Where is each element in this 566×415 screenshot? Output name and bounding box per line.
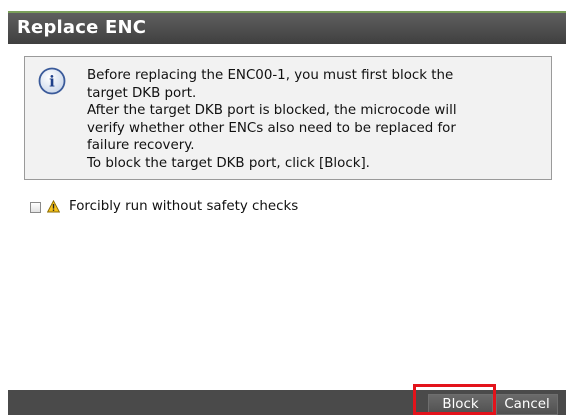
force-run-label: Forcibly run without safety checks (69, 199, 299, 214)
message-line: target DKB port. (87, 85, 197, 101)
message-line: failure recovery. (87, 138, 195, 153)
message-line: Before replacing the ENC00-1, you must f… (87, 68, 454, 83)
force-run-checkbox[interactable] (30, 202, 41, 213)
dialog-title: Replace ENC (17, 17, 147, 38)
dialog-footer: Block Cancel (8, 390, 566, 415)
block-button[interactable]: Block (428, 394, 493, 415)
info-message-box: i Before replacing the ENC00-1, you must… (24, 56, 552, 180)
message-line: verify whether other ENCs also need to b… (87, 120, 456, 136)
cancel-button[interactable]: Cancel (496, 394, 558, 415)
info-icon: i (38, 67, 66, 95)
dialog-title-bar: Replace ENC (8, 11, 566, 44)
warning-icon (47, 200, 60, 213)
replace-enc-dialog: Replace ENC i Before replacing the ENC00… (0, 0, 566, 415)
info-message: Before replacing the ENC00-1, you must f… (87, 67, 537, 172)
message-line: To block the target DKB port, click [Blo… (87, 155, 370, 171)
svg-text:i: i (49, 73, 55, 91)
message-line: After the target DKB port is blocked, th… (87, 103, 457, 118)
